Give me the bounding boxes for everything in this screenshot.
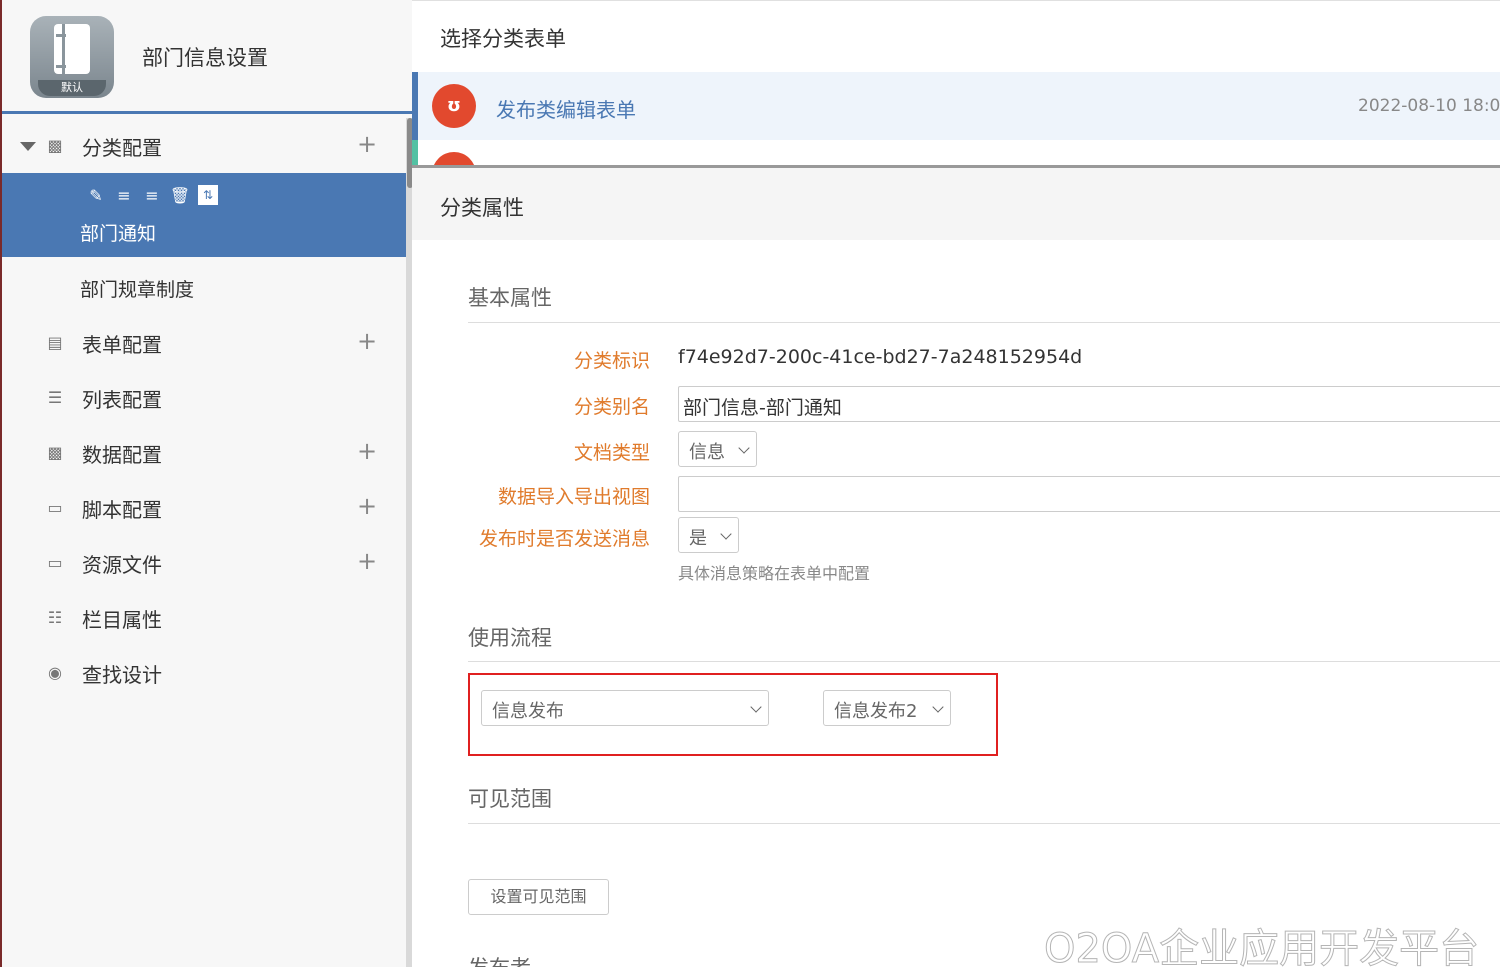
form-date: 2022-08-10 18:05: (1358, 96, 1500, 116)
send-msg-hint: 具体消息策略在表单中配置 (678, 564, 871, 583)
add-icon[interactable]: + (357, 492, 377, 520)
tree-node-resource-files[interactable]: ▭ 资源文件 + (2, 535, 406, 590)
import-view-input[interactable] (678, 476, 1500, 512)
send-msg-select[interactable]: 是 (678, 517, 739, 553)
tree-node-script-config[interactable]: ▭ 脚本配置 + (2, 480, 406, 535)
alias-input[interactable]: 部门信息-部门通知 (678, 386, 1500, 422)
tree-node-label: 栏目属性 (82, 608, 162, 632)
tree-node-form-config[interactable]: ▤ 表单配置 + (2, 315, 406, 370)
add-icon[interactable]: + (357, 437, 377, 465)
chart-icon: ▩ (47, 443, 63, 462)
tree-node-data-config[interactable]: ▩ 数据配置 + (2, 425, 406, 480)
delete-icon[interactable]: 🗑 (168, 185, 192, 207)
field-label-alias: 分类别名 (573, 396, 650, 418)
section-publisher: 发布者 (468, 952, 531, 967)
flow-select-2-value: 信息发布2 (834, 701, 918, 722)
add-icon[interactable]: + (357, 130, 377, 158)
form-list-item[interactable]: ʊ (412, 140, 1500, 165)
tree-node-label: 脚本配置 (82, 498, 162, 522)
form-name: 发布类编辑表单 (496, 98, 636, 122)
right-panel: 选择分类表单 ʊ 发布类编辑表单 2022-08-10 18:05: ʊ 分类属… (412, 0, 1500, 967)
field-label-import-view: 数据导入导出视图 (497, 486, 650, 508)
divider (468, 823, 1500, 824)
app-header: 默认 部门信息设置 (2, 0, 414, 114)
chevron-down-icon (720, 528, 732, 540)
doctype-select-value: 信息 (689, 442, 725, 463)
section-basic: 基本属性 (468, 286, 552, 310)
app-icon-tag: 默认 (38, 80, 106, 96)
tree-node-label: 数据配置 (82, 443, 162, 467)
book-shape (54, 24, 90, 74)
section-flow: 使用流程 (468, 626, 552, 650)
edit-icon[interactable]: ✎ (84, 185, 108, 207)
left-panel: 默认 部门信息设置 ▩ 分类配置 + ✎ ≡ ≡ 🗑 ⇅ 部门通知 部门规章制度… (0, 0, 414, 967)
watermark: O2OA企业应用开发平台 (1043, 926, 1480, 967)
notebook-icon[interactable]: 默认 (30, 16, 114, 98)
chevron-down-icon (738, 442, 750, 454)
tree-child-dept-notice[interactable]: ✎ ≡ ≡ 🗑 ⇅ 部门通知 (2, 173, 406, 257)
flow-select-2[interactable]: 信息发布2 (823, 690, 951, 726)
binoculars-icon: ◉ (48, 663, 62, 682)
form-list-item[interactable]: ʊ 发布类编辑表单 2022-08-10 18:05: (412, 72, 1500, 140)
field-label-send-msg: 发布时是否发送消息 (478, 528, 650, 550)
config-tree: ▩ 分类配置 + ✎ ≡ ≡ 🗑 ⇅ 部门通知 部门规章制度 ▤ 表单配置 + … (2, 118, 406, 700)
divider (468, 661, 1500, 662)
field-label-id: 分类标识 (573, 350, 650, 372)
node-toolbar: ✎ ≡ ≡ 🗑 ⇅ (84, 185, 218, 207)
tree-node-list-config[interactable]: ☰ 列表配置 (2, 370, 406, 425)
file-icon: ▭ (47, 553, 63, 572)
send-msg-select-value: 是 (689, 528, 707, 549)
tree-node-label: 分类配置 (82, 136, 162, 160)
chevron-down-icon (750, 701, 762, 713)
props-header: 分类属性 (412, 168, 1500, 240)
sort-icon[interactable]: ⇅ (198, 185, 218, 205)
tree-node-label: 表单配置 (82, 333, 162, 357)
caret-down-icon[interactable] (20, 142, 36, 151)
list-icon: ☰ (47, 388, 63, 407)
set-visible-range-button[interactable]: 设置可见范围 (468, 879, 609, 915)
tree-node-label: 列表配置 (82, 388, 162, 412)
tree-node-column-props[interactable]: ☷ 栏目属性 (2, 590, 406, 645)
tree-node-search-design[interactable]: ◉ 查找设计 (2, 645, 406, 700)
form-select-panel: 选择分类表单 ʊ 发布类编辑表单 2022-08-10 18:05: ʊ (412, 0, 1500, 168)
form-type-icon: ʊ (432, 84, 476, 128)
add-icon[interactable]: + (357, 547, 377, 575)
flow-select-1[interactable]: 信息发布 (481, 690, 769, 726)
tree-child-label: 部门通知 (80, 223, 157, 245)
doctype-select[interactable]: 信息 (678, 431, 757, 467)
form-type-icon: ʊ (432, 152, 476, 165)
form-icon: ▤ (47, 333, 63, 352)
insert-before-icon[interactable]: ≡ (112, 185, 136, 207)
field-value-id: f74e92d7-200c-41ce-bd27-7a248152954d (678, 346, 1083, 368)
props-title: 分类属性 (440, 196, 524, 220)
add-icon[interactable]: + (357, 327, 377, 355)
flow-select-1-value: 信息发布 (492, 701, 564, 722)
chevron-down-icon (932, 701, 944, 713)
tree-child-dept-rules[interactable]: 部门规章制度 (2, 257, 406, 315)
tree-child-label: 部门规章制度 (80, 279, 195, 301)
form-panel-title: 选择分类表单 (440, 27, 566, 51)
app-window: 默认 部门信息设置 ▩ 分类配置 + ✎ ≡ ≡ 🗑 ⇅ 部门通知 部门规章制度… (0, 0, 1500, 967)
section-visible: 可见范围 (468, 787, 552, 811)
tree-node-label: 查找设计 (82, 663, 162, 687)
app-title: 部门信息设置 (142, 46, 268, 70)
insert-after-icon[interactable]: ≡ (140, 185, 164, 207)
category-icon: ▩ (47, 136, 63, 155)
divider (468, 322, 1500, 323)
script-icon: ▭ (47, 498, 63, 517)
tree-node-category-config[interactable]: ▩ 分类配置 + (2, 118, 406, 173)
sliders-icon: ☷ (47, 608, 63, 627)
field-label-doctype: 文档类型 (573, 442, 650, 464)
tree-node-label: 资源文件 (82, 553, 162, 577)
